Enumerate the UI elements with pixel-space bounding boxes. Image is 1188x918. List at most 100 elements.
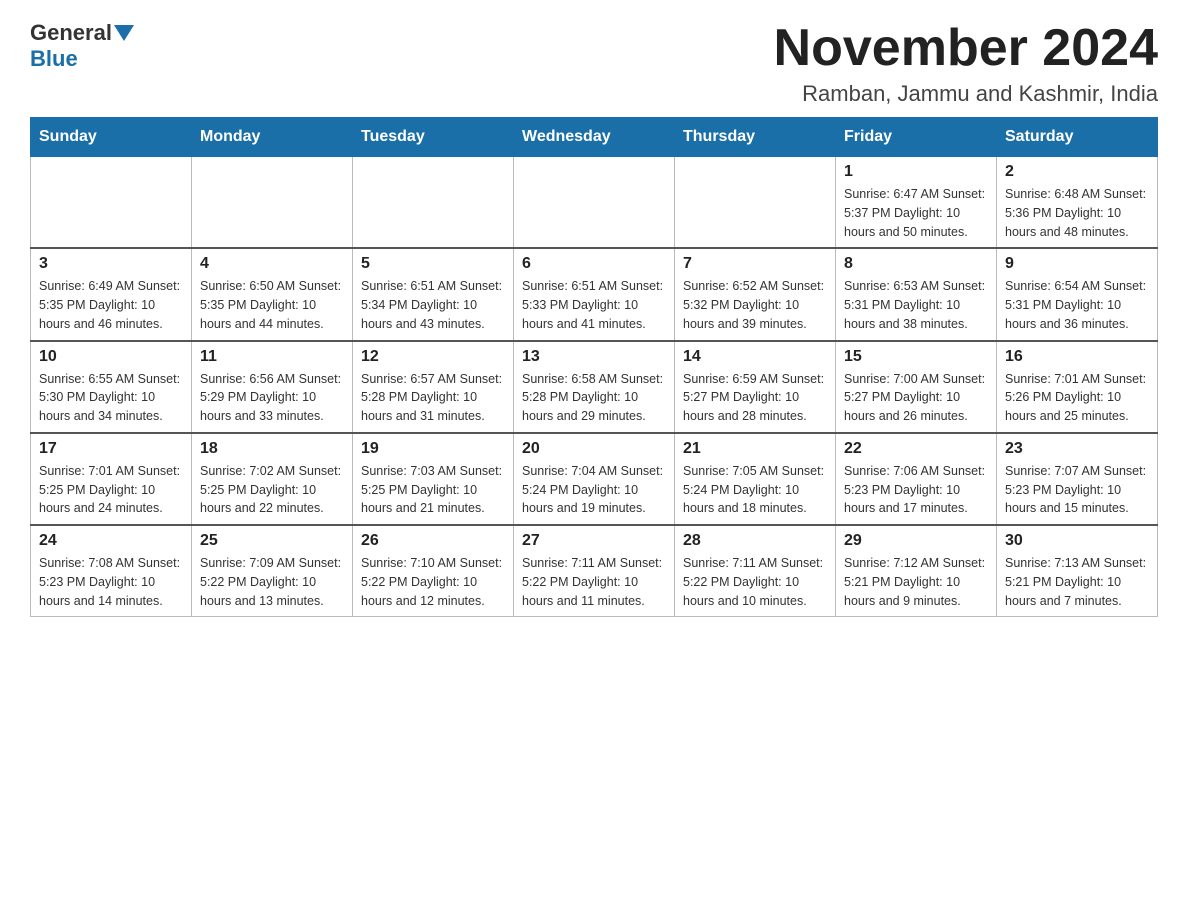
calendar-cell: 21 Sunrise: 7:05 AM Sunset: 5:24 PM Dayli… bbox=[675, 433, 836, 525]
day-info: Sunrise: 6:56 AM Sunset: 5:29 PM Dayligh… bbox=[200, 370, 344, 426]
day-info: Sunrise: 6:57 AM Sunset: 5:28 PM Dayligh… bbox=[361, 370, 505, 426]
day-info: Sunrise: 7:11 AM Sunset: 5:22 PM Dayligh… bbox=[683, 554, 827, 610]
header-row: SundayMondayTuesdayWednesdayThursdayFrid… bbox=[31, 118, 1158, 157]
logo-blue: Blue bbox=[30, 46, 78, 71]
day-number: 14 bbox=[683, 348, 827, 366]
day-info: Sunrise: 6:52 AM Sunset: 5:32 PM Dayligh… bbox=[683, 277, 827, 333]
day-info: Sunrise: 6:54 AM Sunset: 5:31 PM Dayligh… bbox=[1005, 277, 1149, 333]
title-area: November 2024 Ramban, Jammu and Kashmir,… bbox=[774, 20, 1158, 107]
day-info: Sunrise: 7:05 AM Sunset: 5:24 PM Dayligh… bbox=[683, 462, 827, 518]
day-info: Sunrise: 6:55 AM Sunset: 5:30 PM Dayligh… bbox=[39, 370, 183, 426]
day-number: 18 bbox=[200, 440, 344, 458]
day-number: 1 bbox=[844, 163, 988, 181]
day-number: 3 bbox=[39, 255, 183, 273]
calendar-cell: 8Sunrise: 6:53 AM Sunset: 5:31 PM Daylig… bbox=[836, 248, 997, 340]
week-row-5: 24 Sunrise: 7:08 AM Sunset: 5:23 PM Dayli… bbox=[31, 525, 1158, 617]
day-number: 4 bbox=[200, 255, 344, 273]
calendar-cell: 5Sunrise: 6:51 AM Sunset: 5:34 PM Daylig… bbox=[353, 248, 514, 340]
calendar-cell: 12 Sunrise: 6:57 AM Sunset: 5:28 PM Dayli… bbox=[353, 341, 514, 433]
calendar-cell: 11 Sunrise: 6:56 AM Sunset: 5:29 PM Dayli… bbox=[192, 341, 353, 433]
calendar-cell: 20 Sunrise: 7:04 AM Sunset: 5:24 PM Dayli… bbox=[514, 433, 675, 525]
day-info: Sunrise: 7:10 AM Sunset: 5:22 PM Dayligh… bbox=[361, 554, 505, 610]
header: General Blue November 2024 Ramban, Jammu… bbox=[30, 20, 1158, 107]
day-info: Sunrise: 7:01 AM Sunset: 5:26 PM Dayligh… bbox=[1005, 370, 1149, 426]
calendar-cell: 17 Sunrise: 7:01 AM Sunset: 5:25 PM Dayli… bbox=[31, 433, 192, 525]
logo-general: General bbox=[30, 20, 112, 46]
day-number: 11 bbox=[200, 348, 344, 366]
day-info: Sunrise: 7:11 AM Sunset: 5:22 PM Dayligh… bbox=[522, 554, 666, 610]
calendar-cell: 25 Sunrise: 7:09 AM Sunset: 5:22 PM Dayli… bbox=[192, 525, 353, 617]
day-info: Sunrise: 7:02 AM Sunset: 5:25 PM Dayligh… bbox=[200, 462, 344, 518]
calendar-cell bbox=[675, 157, 836, 249]
day-info: Sunrise: 7:08 AM Sunset: 5:23 PM Dayligh… bbox=[39, 554, 183, 610]
week-row-4: 17 Sunrise: 7:01 AM Sunset: 5:25 PM Dayli… bbox=[31, 433, 1158, 525]
day-number: 9 bbox=[1005, 255, 1149, 273]
calendar-cell: 3 Sunrise: 6:49 AM Sunset: 5:35 PM Daylig… bbox=[31, 248, 192, 340]
day-info: Sunrise: 7:03 AM Sunset: 5:25 PM Dayligh… bbox=[361, 462, 505, 518]
day-number: 10 bbox=[39, 348, 183, 366]
day-number: 24 bbox=[39, 532, 183, 550]
day-number: 19 bbox=[361, 440, 505, 458]
day-number: 21 bbox=[683, 440, 827, 458]
day-info: Sunrise: 7:07 AM Sunset: 5:23 PM Dayligh… bbox=[1005, 462, 1149, 518]
day-number: 17 bbox=[39, 440, 183, 458]
calendar-cell: 10 Sunrise: 6:55 AM Sunset: 5:30 PM Dayli… bbox=[31, 341, 192, 433]
day-info: Sunrise: 7:12 AM Sunset: 5:21 PM Dayligh… bbox=[844, 554, 988, 610]
day-number: 30 bbox=[1005, 532, 1149, 550]
day-number: 15 bbox=[844, 348, 988, 366]
day-number: 8 bbox=[844, 255, 988, 273]
day-info: Sunrise: 7:06 AM Sunset: 5:23 PM Dayligh… bbox=[844, 462, 988, 518]
calendar-cell: 16 Sunrise: 7:01 AM Sunset: 5:26 PM Dayli… bbox=[997, 341, 1158, 433]
calendar-cell: 30 Sunrise: 7:13 AM Sunset: 5:21 PM Dayli… bbox=[997, 525, 1158, 617]
day-number: 12 bbox=[361, 348, 505, 366]
calendar-cell: 2Sunrise: 6:48 AM Sunset: 5:36 PM Daylig… bbox=[997, 157, 1158, 249]
day-info: Sunrise: 7:09 AM Sunset: 5:22 PM Dayligh… bbox=[200, 554, 344, 610]
day-info: Sunrise: 7:04 AM Sunset: 5:24 PM Dayligh… bbox=[522, 462, 666, 518]
calendar-cell: 28 Sunrise: 7:11 AM Sunset: 5:22 PM Dayli… bbox=[675, 525, 836, 617]
day-number: 20 bbox=[522, 440, 666, 458]
calendar-cell: 9 Sunrise: 6:54 AM Sunset: 5:31 PM Daylig… bbox=[997, 248, 1158, 340]
day-info: Sunrise: 7:00 AM Sunset: 5:27 PM Dayligh… bbox=[844, 370, 988, 426]
day-number: 2 bbox=[1005, 163, 1149, 181]
logo-triangle-icon bbox=[114, 25, 134, 41]
calendar-cell: 22Sunrise: 7:06 AM Sunset: 5:23 PM Dayli… bbox=[836, 433, 997, 525]
day-info: Sunrise: 7:01 AM Sunset: 5:25 PM Dayligh… bbox=[39, 462, 183, 518]
day-number: 29 bbox=[844, 532, 988, 550]
subtitle: Ramban, Jammu and Kashmir, India bbox=[774, 81, 1158, 107]
day-info: Sunrise: 6:49 AM Sunset: 5:35 PM Dayligh… bbox=[39, 277, 183, 333]
day-info: Sunrise: 6:58 AM Sunset: 5:28 PM Dayligh… bbox=[522, 370, 666, 426]
calendar-cell: 1Sunrise: 6:47 AM Sunset: 5:37 PM Daylig… bbox=[836, 157, 997, 249]
day-number: 16 bbox=[1005, 348, 1149, 366]
calendar-cell: 6 Sunrise: 6:51 AM Sunset: 5:33 PM Daylig… bbox=[514, 248, 675, 340]
header-day-thursday: Thursday bbox=[675, 118, 836, 157]
calendar-cell: 27Sunrise: 7:11 AM Sunset: 5:22 PM Dayli… bbox=[514, 525, 675, 617]
calendar-cell: 24 Sunrise: 7:08 AM Sunset: 5:23 PM Dayli… bbox=[31, 525, 192, 617]
calendar-cell: 23 Sunrise: 7:07 AM Sunset: 5:23 PM Dayli… bbox=[997, 433, 1158, 525]
day-info: Sunrise: 6:59 AM Sunset: 5:27 PM Dayligh… bbox=[683, 370, 827, 426]
calendar-cell: 29 Sunrise: 7:12 AM Sunset: 5:21 PM Dayli… bbox=[836, 525, 997, 617]
day-number: 13 bbox=[522, 348, 666, 366]
calendar-cell: 4Sunrise: 6:50 AM Sunset: 5:35 PM Daylig… bbox=[192, 248, 353, 340]
calendar-cell: 18 Sunrise: 7:02 AM Sunset: 5:25 PM Dayli… bbox=[192, 433, 353, 525]
header-day-monday: Monday bbox=[192, 118, 353, 157]
header-day-friday: Friday bbox=[836, 118, 997, 157]
calendar-cell bbox=[192, 157, 353, 249]
day-number: 28 bbox=[683, 532, 827, 550]
day-number: 25 bbox=[200, 532, 344, 550]
logo-text: General bbox=[30, 20, 136, 46]
day-number: 7 bbox=[683, 255, 827, 273]
calendar-cell bbox=[31, 157, 192, 249]
week-row-2: 3 Sunrise: 6:49 AM Sunset: 5:35 PM Daylig… bbox=[31, 248, 1158, 340]
header-day-saturday: Saturday bbox=[997, 118, 1158, 157]
logo-blue-text: Blue bbox=[30, 46, 78, 72]
day-number: 6 bbox=[522, 255, 666, 273]
day-info: Sunrise: 6:51 AM Sunset: 5:33 PM Dayligh… bbox=[522, 277, 666, 333]
header-day-tuesday: Tuesday bbox=[353, 118, 514, 157]
calendar-cell: 14 Sunrise: 6:59 AM Sunset: 5:27 PM Dayli… bbox=[675, 341, 836, 433]
calendar-cell: 19 Sunrise: 7:03 AM Sunset: 5:25 PM Dayli… bbox=[353, 433, 514, 525]
calendar-cell: 7 Sunrise: 6:52 AM Sunset: 5:32 PM Daylig… bbox=[675, 248, 836, 340]
header-day-sunday: Sunday bbox=[31, 118, 192, 157]
day-number: 23 bbox=[1005, 440, 1149, 458]
day-info: Sunrise: 7:13 AM Sunset: 5:21 PM Dayligh… bbox=[1005, 554, 1149, 610]
calendar-cell: 13 Sunrise: 6:58 AM Sunset: 5:28 PM Dayli… bbox=[514, 341, 675, 433]
